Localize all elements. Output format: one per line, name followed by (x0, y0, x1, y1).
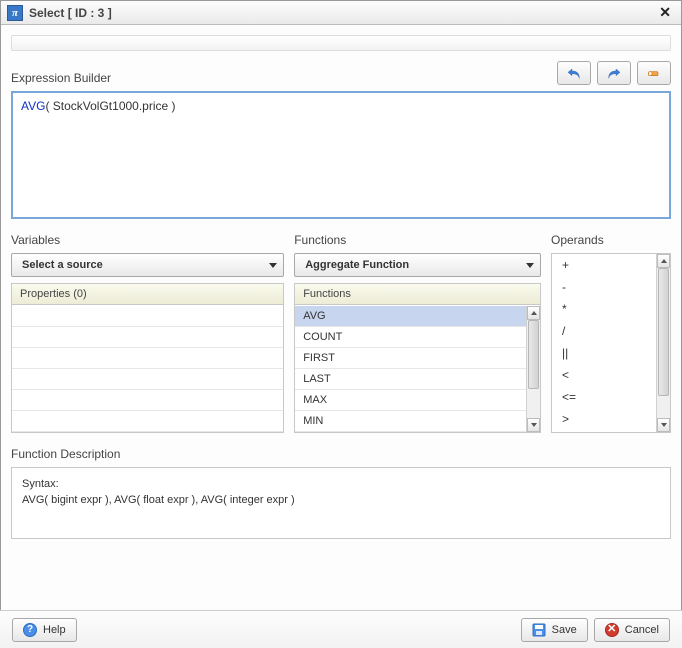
function-description-box: Syntax: AVG( bigint expr ), AVG( float e… (11, 467, 671, 539)
operands-listbox: +-*/||<<=> (551, 253, 671, 433)
list-item[interactable]: <= (552, 386, 656, 408)
eraser-icon (646, 66, 662, 80)
list-item[interactable]: MIN (295, 411, 526, 432)
titlebar: π Select [ ID : 3 ] ✕ (1, 1, 681, 25)
chevron-down-icon (526, 263, 534, 268)
list-item[interactable]: / (552, 320, 656, 342)
list-item (12, 390, 283, 411)
app-icon: π (7, 5, 23, 21)
functions-listbox: Functions AVGCOUNTFIRSTLASTMAXMINSUM (294, 283, 541, 433)
clear-button[interactable] (637, 61, 671, 85)
functions-list-header: Functions (295, 284, 540, 305)
variables-source-dropdown[interactable]: Select a source (11, 253, 284, 277)
cancel-label: Cancel (625, 624, 659, 636)
list-item[interactable]: MAX (295, 390, 526, 411)
list-item (12, 369, 283, 390)
list-item[interactable]: * (552, 298, 656, 320)
functions-title: Functions (294, 233, 541, 247)
functions-category-dropdown[interactable]: Aggregate Function (294, 253, 541, 277)
expression-builder-label: Expression Builder (11, 71, 111, 85)
cancel-button[interactable]: ✕ Cancel (594, 618, 670, 642)
expression-textarea[interactable]: AVG( StockVolGt1000.price ) (11, 91, 671, 219)
chevron-down-icon (269, 263, 277, 268)
redo-button[interactable] (597, 61, 631, 85)
list-item[interactable]: + (552, 254, 656, 276)
variables-title: Variables (11, 233, 284, 247)
save-label: Save (552, 624, 577, 636)
cancel-icon: ✕ (605, 623, 619, 637)
toolbar-strip (11, 35, 671, 51)
list-item[interactable]: COUNT (295, 327, 526, 348)
scroll-up-button[interactable] (527, 306, 540, 320)
list-item[interactable]: LAST (295, 369, 526, 390)
help-label: Help (43, 624, 66, 636)
save-button[interactable]: Save (521, 618, 588, 642)
operands-scrollbar[interactable] (656, 254, 670, 432)
variables-dropdown-label: Select a source (22, 259, 103, 271)
functions-dropdown-label: Aggregate Function (305, 259, 409, 271)
syntax-text: AVG( bigint expr ), AVG( float expr ), A… (22, 494, 660, 506)
variables-list-header: Properties (0) (12, 284, 283, 305)
scroll-up-button[interactable] (657, 254, 670, 268)
close-icon[interactable]: ✕ (655, 4, 675, 21)
save-icon (532, 623, 546, 637)
undo-button[interactable] (557, 61, 591, 85)
list-item (12, 306, 283, 327)
undo-icon (566, 66, 582, 80)
window-title: Select [ ID : 3 ] (29, 6, 112, 20)
list-item[interactable]: > (552, 408, 656, 430)
list-item[interactable]: - (552, 276, 656, 298)
footer: ? Help Save ✕ Cancel (0, 610, 682, 648)
list-item (12, 348, 283, 369)
function-description-title: Function Description (11, 447, 671, 461)
redo-icon (606, 66, 622, 80)
variables-listbox: Properties (0) (11, 283, 284, 433)
list-item (12, 411, 283, 432)
list-item[interactable]: < (552, 364, 656, 386)
list-item[interactable]: AVG (295, 306, 526, 327)
list-item[interactable]: || (552, 342, 656, 364)
list-item (12, 327, 283, 348)
functions-scrollbar[interactable] (526, 306, 540, 432)
list-item[interactable]: FIRST (295, 348, 526, 369)
operands-title: Operands (551, 233, 671, 247)
help-button[interactable]: ? Help (12, 618, 77, 642)
expression-function-token: AVG (21, 99, 45, 113)
expression-rest-token: ( StockVolGt1000.price ) (45, 99, 175, 113)
help-icon: ? (23, 623, 37, 637)
scroll-down-button[interactable] (527, 418, 540, 432)
syntax-label: Syntax: (22, 478, 660, 490)
scroll-down-button[interactable] (657, 418, 670, 432)
